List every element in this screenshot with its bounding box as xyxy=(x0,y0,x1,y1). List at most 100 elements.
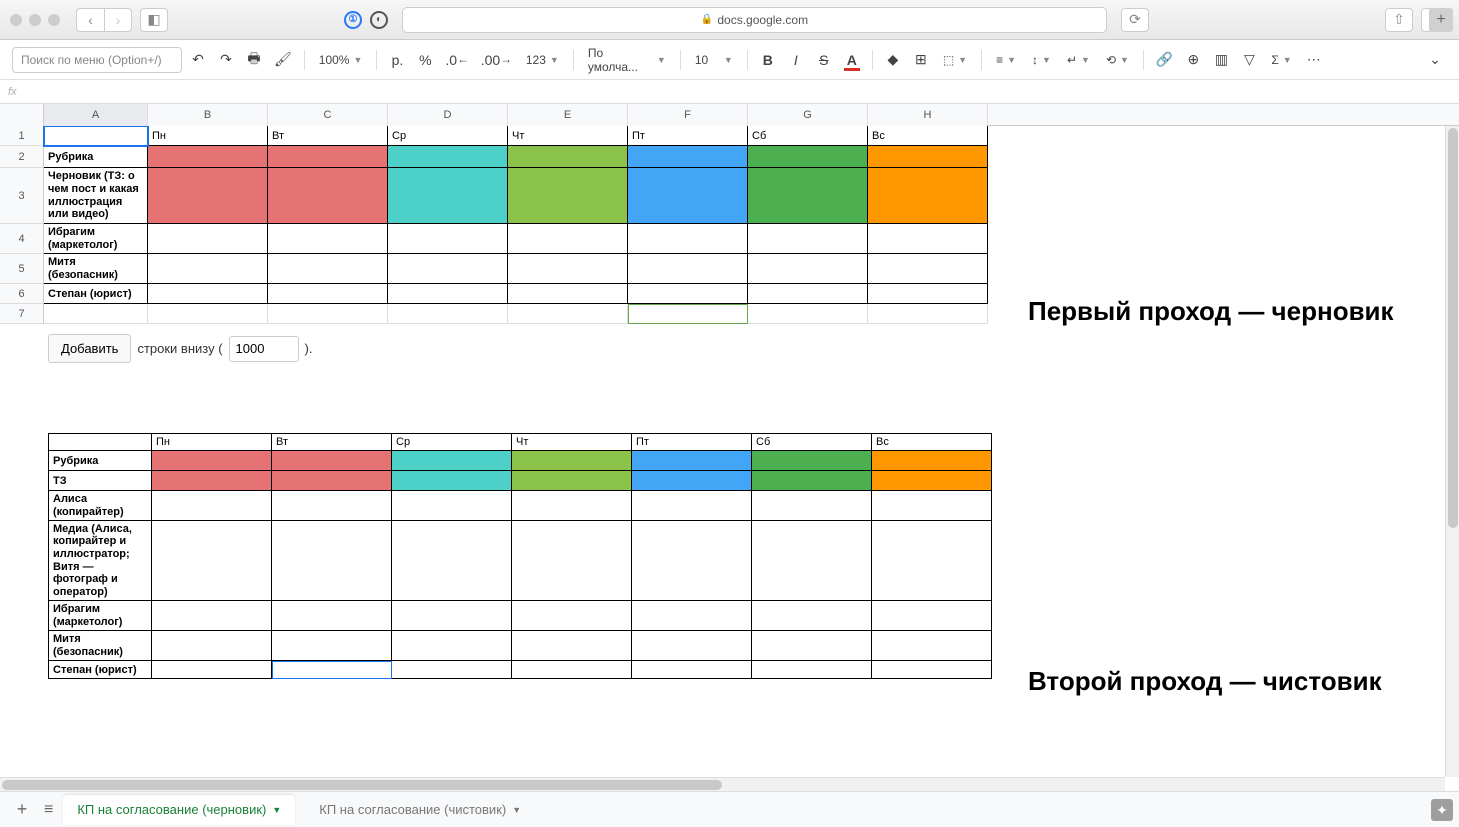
row-header-3[interactable]: 3 xyxy=(0,168,44,224)
back-button[interactable]: ‹ xyxy=(76,8,104,32)
percent-button[interactable]: % xyxy=(413,47,437,73)
cell-A1[interactable] xyxy=(44,126,148,146)
cell-H7[interactable] xyxy=(868,304,988,324)
explore-button[interactable]: ✦ xyxy=(1431,799,1453,821)
chart-button[interactable]: ▥ xyxy=(1209,47,1233,73)
cell-C7[interactable] xyxy=(268,304,388,324)
reload-button[interactable]: ⟳ xyxy=(1121,8,1149,32)
text-color-button[interactable]: A xyxy=(840,47,864,73)
extension-icon-1[interactable]: ① xyxy=(344,11,362,29)
format-select[interactable]: 123▼ xyxy=(520,47,565,73)
sheet-tab-inactive[interactable]: КП на согласование (чистовик) ▼ xyxy=(305,795,535,825)
cell-A4[interactable]: Ибрагим (маркетолог) xyxy=(44,224,148,254)
zoom-select[interactable]: 100%▼ xyxy=(313,47,369,73)
col-header-H[interactable]: H xyxy=(868,104,988,126)
sheet-tab-active[interactable]: КП на согласование (черновик) ▼ xyxy=(63,795,295,825)
add-sheet-button[interactable]: + xyxy=(10,799,34,820)
valign-button[interactable]: ↕▼ xyxy=(1026,47,1057,73)
cell-A5[interactable]: Митя (безопасник) xyxy=(44,254,148,284)
cell-E1[interactable]: Чт xyxy=(508,126,628,146)
cell-E7[interactable] xyxy=(508,304,628,324)
cell-G1[interactable]: Сб xyxy=(748,126,868,146)
functions-button[interactable]: Σ▼ xyxy=(1265,47,1297,73)
cell-H1[interactable]: Вс xyxy=(868,126,988,146)
cell-D6[interactable] xyxy=(388,284,508,304)
col-header-B[interactable]: B xyxy=(148,104,268,126)
cell-B4[interactable] xyxy=(148,224,268,254)
minimize-window[interactable] xyxy=(29,14,41,26)
paint-format-button[interactable]: 🖌 xyxy=(270,47,296,73)
undo-button[interactable]: ↶ xyxy=(186,47,210,73)
collapse-toolbar[interactable]: ⌄ xyxy=(1423,47,1447,73)
comment-button[interactable]: ⊕ xyxy=(1181,47,1205,73)
cell-F1[interactable]: Пт xyxy=(628,126,748,146)
more-button[interactable]: ⋯ xyxy=(1302,47,1326,73)
cell-C2[interactable] xyxy=(268,146,388,168)
cell-C4[interactable] xyxy=(268,224,388,254)
vertical-scrollbar[interactable] xyxy=(1445,126,1459,777)
col-header-E[interactable]: E xyxy=(508,104,628,126)
cell-D3[interactable] xyxy=(388,168,508,224)
cell-G6[interactable] xyxy=(748,284,868,304)
currency-button[interactable]: р. xyxy=(385,47,409,73)
row-header-5[interactable]: 5 xyxy=(0,254,44,284)
cell-D5[interactable] xyxy=(388,254,508,284)
cell-G2[interactable] xyxy=(748,146,868,168)
cell-C3[interactable] xyxy=(268,168,388,224)
cell-B2[interactable] xyxy=(148,146,268,168)
share-button[interactable]: ⇧ xyxy=(1385,8,1413,32)
filter-button[interactable]: ▽ xyxy=(1237,47,1261,73)
cell-B5[interactable] xyxy=(148,254,268,284)
row-header-6[interactable]: 6 xyxy=(0,284,44,304)
cell-H2[interactable] xyxy=(868,146,988,168)
cell-E3[interactable] xyxy=(508,168,628,224)
cell-F6[interactable] xyxy=(628,284,748,304)
decrease-decimal[interactable]: .0← xyxy=(441,47,472,73)
cell-B6[interactable] xyxy=(148,284,268,304)
italic-button[interactable]: I xyxy=(784,47,808,73)
print-button[interactable]: 🖶 xyxy=(242,47,266,73)
maximize-window[interactable] xyxy=(48,14,60,26)
cell-E6[interactable] xyxy=(508,284,628,304)
cell-A3[interactable]: Черновик (ТЗ: о чем пост и какая иллюстр… xyxy=(44,168,148,224)
sidebar-toggle[interactable]: ◧ xyxy=(140,8,168,32)
cell-D2[interactable] xyxy=(388,146,508,168)
bold-button[interactable]: B xyxy=(756,47,780,73)
formula-input[interactable] xyxy=(38,85,1451,99)
cell-H3[interactable] xyxy=(868,168,988,224)
merge-button[interactable]: ⬚▼ xyxy=(937,47,973,73)
cell-A2[interactable]: Рубрика xyxy=(44,146,148,168)
address-bar[interactable]: 🔒 docs.google.com xyxy=(402,7,1107,33)
cell-H6[interactable] xyxy=(868,284,988,304)
cell-B7[interactable] xyxy=(148,304,268,324)
cell-G7[interactable] xyxy=(748,304,868,324)
col-header-G[interactable]: G xyxy=(748,104,868,126)
extension-icon-2[interactable]: ◐ xyxy=(370,11,388,29)
col-header-F[interactable]: F xyxy=(628,104,748,126)
font-size-select[interactable]: 10▼ xyxy=(689,47,739,73)
cell-F4[interactable] xyxy=(628,224,748,254)
increase-decimal[interactable]: .00→ xyxy=(477,47,516,73)
cell-C5[interactable] xyxy=(268,254,388,284)
row-header-1[interactable]: 1 xyxy=(0,126,44,146)
cell-F5[interactable] xyxy=(628,254,748,284)
cell-E4[interactable] xyxy=(508,224,628,254)
redo-button[interactable]: ↷ xyxy=(214,47,238,73)
rotate-button[interactable]: ⟲▼ xyxy=(1100,47,1135,73)
chevron-down-icon[interactable]: ▼ xyxy=(272,805,281,815)
cell-F7[interactable] xyxy=(628,304,748,324)
cell-C1[interactable]: Вт xyxy=(268,126,388,146)
add-rows-button[interactable]: Добавить xyxy=(48,334,131,363)
all-sheets-button[interactable]: ≡ xyxy=(44,801,53,819)
cell-G4[interactable] xyxy=(748,224,868,254)
cell-G3[interactable] xyxy=(748,168,868,224)
cell-H5[interactable] xyxy=(868,254,988,284)
font-select[interactable]: По умолча...▼ xyxy=(582,47,672,73)
halign-button[interactable]: ≡▼ xyxy=(990,47,1022,73)
horizontal-scrollbar[interactable] xyxy=(0,777,1445,791)
col-header-A[interactable]: A xyxy=(44,104,148,126)
cell-E2[interactable] xyxy=(508,146,628,168)
cell-F2[interactable] xyxy=(628,146,748,168)
cell-F3[interactable] xyxy=(628,168,748,224)
row-header-7[interactable]: 7 xyxy=(0,304,44,324)
